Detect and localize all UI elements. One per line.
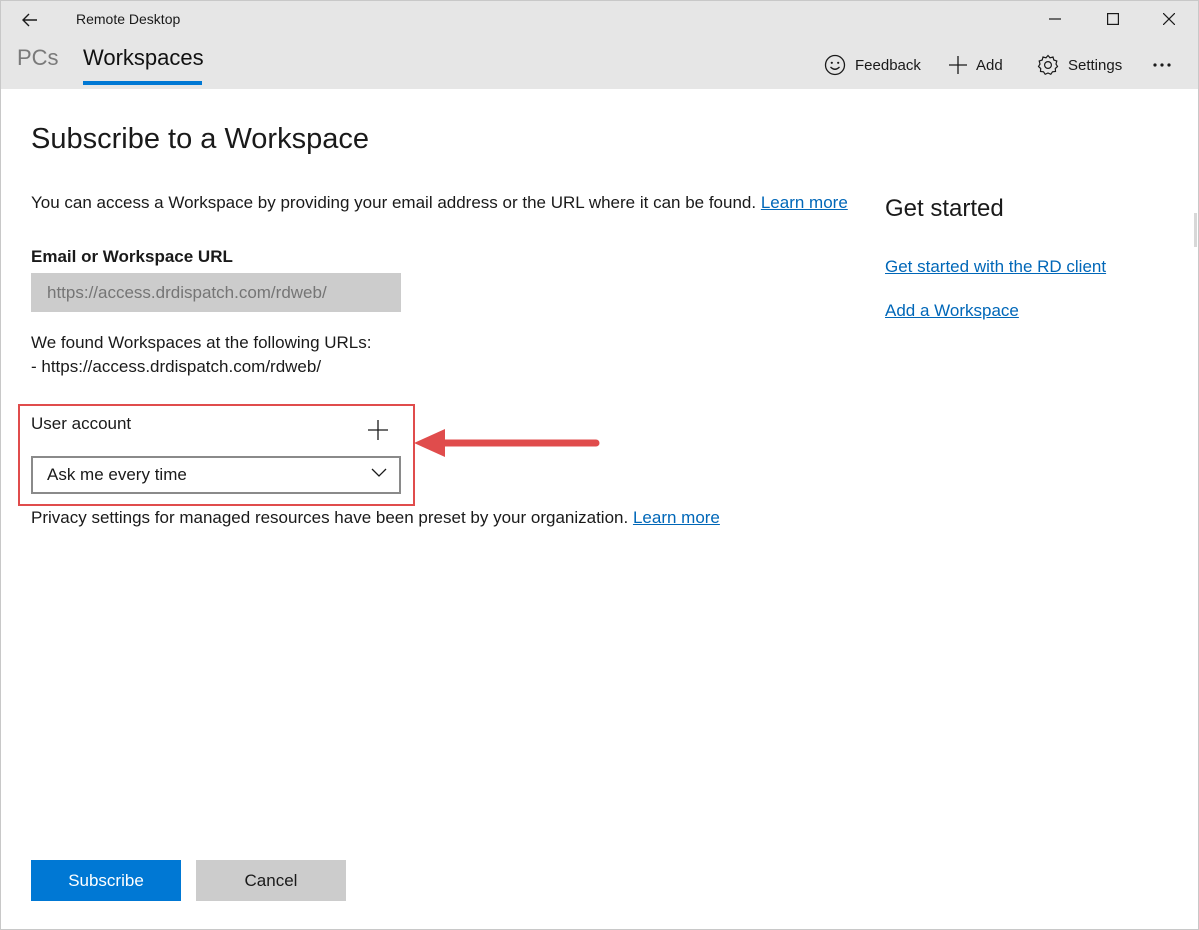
found-heading: We found Workspaces at the following URL… (31, 333, 372, 352)
get-started-heading: Get started (885, 195, 1004, 222)
gear-icon (1037, 54, 1059, 76)
user-account-label: User account (31, 414, 132, 433)
cancel-button[interactable]: Cancel (196, 860, 346, 901)
settings-label: Settings (1068, 56, 1123, 74)
user-account-dropdown[interactable]: Ask me every time (31, 456, 401, 494)
minimize-icon (1049, 18, 1061, 20)
maximize-icon (1107, 13, 1119, 25)
close-button[interactable] (1149, 5, 1189, 33)
subscribe-button[interactable]: Subscribe (31, 860, 181, 901)
maximize-button[interactable] (1093, 5, 1133, 33)
back-arrow-icon (22, 13, 37, 27)
found-workspaces-text: We found Workspaces at the following URL… (31, 331, 371, 379)
more-options-button[interactable] (1153, 51, 1180, 79)
page-title: Subscribe to a Workspace (31, 123, 369, 155)
chevron-down-icon (371, 468, 387, 477)
feedback-button[interactable]: Feedback (824, 51, 921, 79)
back-button[interactable] (15, 7, 45, 33)
annotation-arrow-icon (414, 429, 600, 457)
minimize-button[interactable] (1035, 5, 1075, 33)
selected-tab-indicator (83, 81, 202, 85)
title-bar: Remote Desktop PCs Workspaces Feedback A… (1, 1, 1198, 89)
found-url: - https://access.drdispatch.com/rdweb/ (31, 357, 322, 376)
window-title: Remote Desktop (76, 11, 181, 27)
privacy-notice: Privacy settings for managed resources h… (31, 508, 720, 528)
smiley-icon (824, 54, 846, 76)
tab-pcs[interactable]: PCs (17, 45, 59, 71)
plus-icon (368, 420, 388, 440)
privacy-text: Privacy settings for managed resources h… (31, 508, 629, 527)
add-label: Add (976, 56, 1003, 74)
privacy-learn-more-link[interactable]: Learn more (633, 508, 720, 527)
feedback-label: Feedback (855, 56, 921, 74)
url-field-label: Email or Workspace URL (31, 247, 233, 266)
ellipsis-icon (1153, 63, 1171, 67)
add-user-account-button[interactable] (365, 417, 391, 443)
workspace-url-input[interactable] (31, 273, 401, 312)
settings-button[interactable]: Settings (1037, 51, 1122, 79)
add-button[interactable]: Add (949, 51, 1003, 79)
close-icon (1163, 13, 1175, 25)
plus-icon (949, 56, 967, 74)
get-started-rd-client-link[interactable]: Get started with the RD client (885, 257, 1106, 277)
tab-workspaces[interactable]: Workspaces (83, 45, 204, 71)
add-workspace-link[interactable]: Add a Workspace (885, 301, 1019, 321)
intro-text: You can access a Workspace by providing … (31, 193, 757, 212)
user-account-selected: Ask me every time (47, 465, 187, 484)
learn-more-link[interactable]: Learn more (761, 193, 848, 212)
app-window: Remote Desktop PCs Workspaces Feedback A… (0, 0, 1199, 930)
intro-paragraph: You can access a Workspace by providing … (31, 193, 848, 213)
scrollbar[interactable] (1194, 213, 1197, 247)
